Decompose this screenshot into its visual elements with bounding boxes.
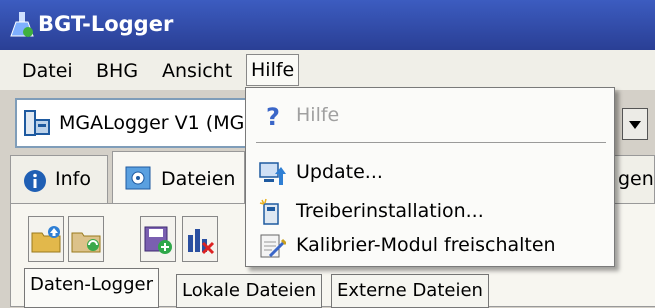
logger-select-value: MGALogger V1 (MG (59, 112, 245, 134)
delete-data-button[interactable] (182, 216, 218, 262)
folder-refresh-button[interactable] (68, 216, 104, 262)
folder-upload-icon (31, 226, 61, 253)
subtab-daten-logger[interactable]: Daten-Logger (24, 268, 159, 308)
logger-select[interactable]: MGALogger V1 (MG (15, 98, 277, 148)
tab-info[interactable]: Info (10, 155, 108, 203)
logger-dropdown-button[interactable] (622, 108, 648, 140)
menu-bhg[interactable]: BHG (92, 56, 142, 86)
drive-icon (125, 166, 151, 190)
title-bar: BGT-Logger (0, 0, 655, 50)
subtab-lokale-dateien[interactable]: Lokale Dateien (176, 274, 323, 308)
folder-refresh-icon (71, 232, 101, 253)
menu-item-treiberinstallation-label: Treiberinstallation... (296, 200, 484, 222)
tab-partial-label: gen (618, 168, 654, 190)
menu-item-update[interactable]: Update... (246, 155, 614, 189)
save-add-button[interactable] (140, 216, 176, 262)
question-icon: ? (266, 103, 280, 130)
menu-item-kalibrier-modul[interactable]: Kalibrier-Modul freischalten (246, 228, 614, 262)
menu-item-hilfe[interactable]: ? Hilfe (246, 98, 614, 132)
tab-info-label: Info (55, 168, 91, 190)
menu-item-hilfe-label: Hilfe (296, 104, 340, 126)
subtab-externe-dateien[interactable]: Externe Dateien (331, 274, 489, 308)
tab-dateien[interactable]: Dateien (112, 151, 245, 203)
driver-install-icon (259, 198, 279, 225)
menu-bar: Datei BHG Ansicht Hilfe (0, 50, 655, 90)
menu-datei[interactable]: Datei (18, 56, 77, 86)
help-menu-popup: ? Hilfe Update... Treiberinstallation...… (245, 87, 615, 267)
menu-item-treiberinstallation[interactable]: Treiberinstallation... (246, 194, 614, 228)
menu-ansicht[interactable]: Ansicht (158, 56, 236, 86)
app-icon (10, 12, 34, 37)
chart-delete-icon (188, 229, 215, 255)
window-title: BGT-Logger (38, 12, 174, 36)
menu-separator (256, 142, 606, 143)
menu-hilfe[interactable]: Hilfe (246, 54, 300, 86)
folder-upload-button[interactable] (28, 216, 64, 262)
info-icon (24, 170, 46, 192)
save-add-icon (144, 226, 172, 254)
logger-device-icon (24, 110, 50, 136)
calibration-unlock-icon (260, 234, 286, 258)
tab-dateien-label: Dateien (161, 168, 236, 190)
svg-text:?: ? (266, 103, 280, 130)
menu-item-update-label: Update... (296, 161, 383, 183)
update-icon (259, 162, 286, 185)
menu-item-kalibrier-modul-label: Kalibrier-Modul freischalten (296, 234, 556, 256)
